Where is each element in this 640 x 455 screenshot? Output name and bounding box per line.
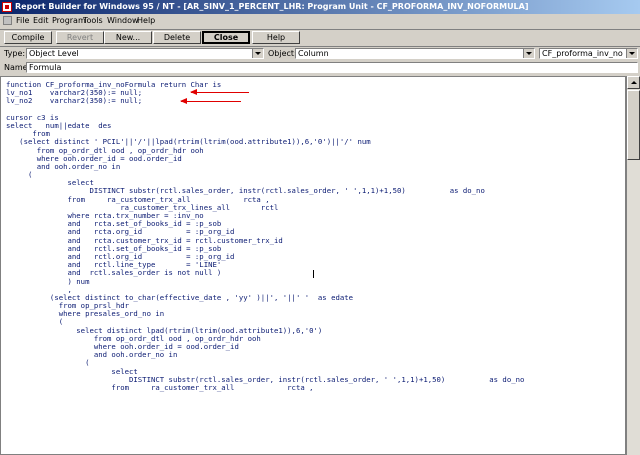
menu-program[interactable]: Program — [52, 14, 86, 28]
code-line: ) num — [6, 276, 90, 286]
program-unit-toolbar: Compile Revert New... Delete Close Help — [0, 30, 640, 46]
type-select[interactable]: Object Level — [26, 48, 264, 59]
compile-button[interactable]: Compile — [4, 31, 52, 44]
type-label: Type: — [4, 49, 26, 58]
vertical-scrollbar[interactable] — [626, 76, 640, 455]
chevron-down-icon[interactable] — [252, 49, 263, 58]
name-row: Name: Formula — [0, 61, 640, 75]
chevron-down-icon[interactable] — [626, 49, 637, 58]
help-button[interactable]: Help — [252, 31, 300, 44]
name-field[interactable]: Formula — [26, 62, 638, 73]
new-button[interactable]: New... — [104, 31, 152, 44]
type-select-value: Object Level — [29, 49, 79, 58]
scroll-thumb[interactable] — [627, 90, 640, 160]
scroll-up-button[interactable] — [627, 76, 640, 89]
delete-button[interactable]: Delete — [153, 31, 201, 44]
chevron-down-icon[interactable] — [523, 49, 534, 58]
name-field-value: Formula — [29, 63, 62, 72]
close-button[interactable]: Close — [202, 31, 250, 44]
code-editor[interactable]: function CF_proforma_inv_noFormula retur… — [0, 76, 626, 455]
object-select[interactable]: Column — [295, 48, 535, 59]
window-title: Report Builder for Windows 95 / NT - [AR… — [15, 2, 529, 11]
menu-bar: File Edit Program Tools Window Help — [0, 14, 640, 28]
revert-button[interactable]: Revert — [56, 31, 104, 44]
object-label: Object: — [268, 49, 297, 58]
source-code[interactable]: function CF_proforma_inv_noFormula retur… — [6, 80, 524, 392]
annotation-arrow-2 — [180, 98, 241, 104]
code-line: and ooh.order_no in — [6, 161, 121, 171]
program-unit-select[interactable]: CF_proforma_inv_no — [539, 48, 638, 59]
menu-window[interactable]: Window — [107, 14, 139, 28]
menu-tools[interactable]: Tools — [83, 14, 103, 28]
object-select-value: Column — [298, 49, 329, 58]
menu-help[interactable]: Help — [137, 14, 155, 28]
menu-edit[interactable]: Edit — [33, 14, 49, 28]
annotation-arrow-1 — [190, 89, 249, 95]
menu-file[interactable]: File — [16, 14, 29, 28]
code-line: from ra_customer_trx_all rcta , — [6, 382, 314, 392]
code-line: where presales_ord_no in — [6, 309, 165, 319]
code-line: select num||edate des — [6, 120, 112, 130]
text-cursor — [313, 270, 314, 278]
app-icon — [2, 2, 12, 12]
type-row: Type: Object Level Object: Column CF_pro… — [0, 47, 640, 61]
code-line: lv_no2 varchar2(350):= null; — [6, 96, 143, 106]
program-unit-select-value: CF_proforma_inv_no — [542, 49, 623, 58]
document-icon[interactable] — [3, 16, 12, 25]
title-bar[interactable]: Report Builder for Windows 95 / NT - [AR… — [0, 0, 640, 14]
